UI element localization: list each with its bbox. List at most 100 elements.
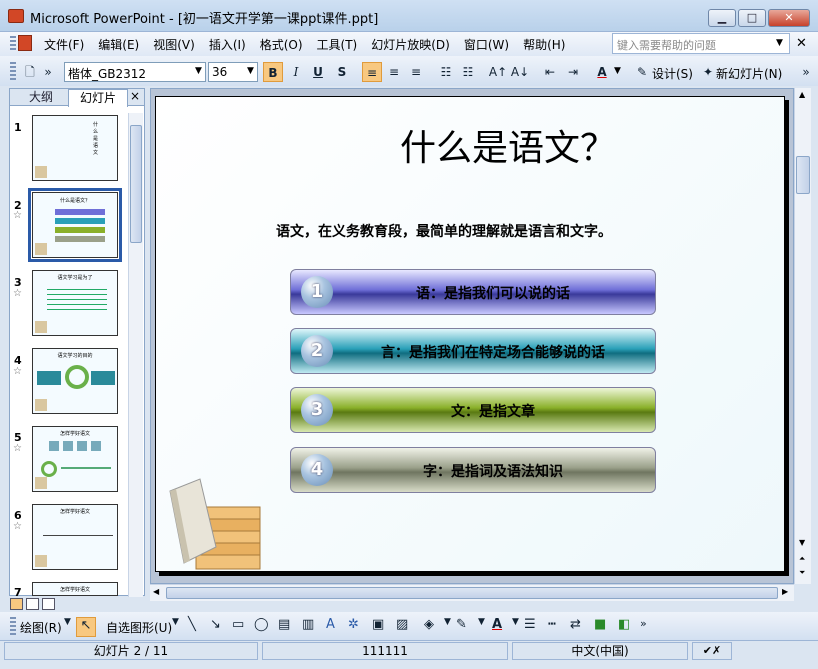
fill-dropdown-icon[interactable]: ▼ (444, 617, 451, 627)
align-left-icon[interactable]: ≡ (362, 62, 382, 82)
increase-indent-icon[interactable]: ⇥ (563, 62, 583, 82)
numbering-icon[interactable]: ☷ (436, 62, 456, 82)
design-button[interactable]: 设计(S) (652, 65, 693, 82)
wordart-icon[interactable]: A (326, 617, 335, 632)
slide-thumbnail-3[interactable]: 语文学习是为了 (32, 270, 118, 336)
slide-thumbnail-2[interactable]: 什么是语文？ (28, 188, 122, 262)
new-document-icon[interactable]: 🗋 (20, 62, 40, 82)
shadow-button[interactable]: S (332, 62, 352, 82)
menu-file[interactable]: 文件(F) (44, 36, 92, 53)
line-style-icon[interactable]: ☰ (524, 617, 536, 632)
close-button[interactable]: ✕ (768, 9, 810, 27)
document-icon[interactable] (18, 35, 32, 51)
content-bar-1[interactable]: 1 语：是指我们可以说的话 (290, 269, 656, 315)
design-icon[interactable]: ✎ (632, 62, 652, 82)
increase-font-icon[interactable]: A↑ (488, 62, 508, 82)
tab-outline[interactable]: 大纲 (16, 89, 66, 106)
menu-grip-handle[interactable] (10, 36, 16, 52)
draw-dropdown-icon[interactable]: ▼ (64, 617, 71, 627)
slide-sorter-icon[interactable] (26, 598, 39, 610)
document-close-icon[interactable]: ✕ (796, 36, 807, 51)
font-name-dropdown-icon[interactable]: ▼ (195, 66, 202, 76)
next-slide-icon[interactable]: ⏷ (799, 568, 805, 578)
previous-slide-icon[interactable]: ⏶ (799, 554, 805, 564)
slide-thumbnail-1[interactable]: 什么是语文 (32, 115, 118, 181)
help-search-input[interactable]: 键入需要帮助的问题 (612, 33, 790, 54)
content-bar-3[interactable]: 3 文：是指文章 (290, 387, 656, 433)
minimize-button[interactable]: ▁ (708, 9, 736, 27)
slide-subtitle[interactable]: 语文，在义务教育段，最简单的理解就是语言和文字。 (276, 221, 612, 241)
scroll-up-icon[interactable]: ▲ (799, 90, 805, 99)
normal-view-icon[interactable] (10, 598, 23, 610)
bullets-icon[interactable]: ☷ (458, 62, 478, 82)
slide-thumbnail-6[interactable]: 怎样学好语文 (32, 504, 118, 570)
slide-title[interactable]: 什么是语文？ (400, 119, 616, 171)
line-color-dropdown-icon[interactable]: ▼ (478, 617, 485, 627)
drawing-font-color-icon[interactable]: A (492, 617, 502, 632)
oval-icon[interactable]: ◯ (254, 617, 269, 632)
menu-edit[interactable]: 编辑(E) (98, 36, 147, 53)
slide-thumbnail-4[interactable]: 语文学习的目的 (32, 348, 118, 414)
arrow-style-icon[interactable]: ⇄ (570, 617, 581, 632)
menu-tools[interactable]: 工具(T) (317, 36, 366, 53)
rectangle-icon[interactable]: ▭ (232, 617, 244, 632)
scrollbar-thumb[interactable] (166, 587, 778, 599)
align-center-icon[interactable]: ≡ (384, 62, 404, 82)
toolbar-grip-handle[interactable] (10, 62, 16, 80)
draw-menu-button[interactable]: 绘图(R) (20, 619, 62, 636)
menu-view[interactable]: 视图(V) (153, 36, 203, 53)
slide-thumbnail-5[interactable]: 怎样学好语文 (32, 426, 118, 492)
scroll-right-icon[interactable]: ▶ (782, 587, 788, 596)
clipart-icon[interactable]: ▣ (372, 617, 384, 632)
align-right-icon[interactable]: ≡ (406, 62, 426, 82)
3d-style-icon[interactable]: ◧ (618, 617, 630, 632)
autoshapes-dropdown-icon[interactable]: ▼ (172, 617, 179, 627)
decrease-font-icon[interactable]: A↓ (510, 62, 530, 82)
menu-help[interactable]: 帮助(H) (523, 36, 573, 53)
scrollbar-thumb[interactable] (796, 156, 810, 194)
italic-button[interactable]: I (286, 62, 306, 82)
menu-slideshow[interactable]: 幻灯片放映(D) (371, 36, 458, 53)
font-color-icon[interactable]: A (592, 62, 612, 82)
menu-format[interactable]: 格式(O) (260, 36, 311, 53)
slideshow-icon[interactable] (42, 598, 55, 610)
decrease-indent-icon[interactable]: ⇤ (540, 62, 560, 82)
underline-button[interactable]: U (308, 62, 328, 82)
toolbar-options-icon[interactable]: » (42, 62, 54, 82)
menu-window[interactable]: 窗口(W) (464, 36, 517, 53)
font-color-dropdown-icon[interactable]: ▼ (614, 66, 621, 76)
slide-horizontal-scrollbar[interactable]: ◀ ▶ (150, 584, 794, 601)
tab-slides[interactable]: 幻灯片 (68, 89, 128, 107)
spellcheck-icon[interactable]: ✔✗ (692, 642, 732, 660)
maximize-button[interactable]: □ (738, 9, 766, 27)
arrow-icon[interactable]: ↘ (210, 617, 221, 632)
bold-button[interactable]: B (263, 62, 283, 82)
autoshapes-button[interactable]: 自选图形(U) (106, 619, 172, 636)
font-size-dropdown-icon[interactable]: ▼ (247, 66, 254, 76)
line-color-icon[interactable]: ✎ (456, 617, 467, 632)
slide-vertical-scrollbar[interactable]: ▲ ▼ ⏶ ⏷ (794, 88, 811, 584)
font-name-select[interactable]: 楷体_GB2312 (64, 62, 206, 82)
select-pointer-icon[interactable]: ↖ (76, 617, 96, 637)
shadow-style-icon[interactable]: ■ (594, 617, 606, 632)
help-dropdown-icon[interactable]: ▼ (776, 38, 783, 48)
scroll-left-icon[interactable]: ◀ (153, 587, 159, 596)
current-slide[interactable]: 什么是语文？ 语文，在义务教育段，最简单的理解就是语言和文字。 1 语：是指我们… (155, 96, 785, 572)
slide-thumbnail-7[interactable]: 怎样学好语文 (32, 582, 118, 596)
picture-icon[interactable]: ▨ (396, 617, 408, 632)
content-bar-4[interactable]: 4 字：是指词及语法知识 (290, 447, 656, 493)
menu-insert[interactable]: 插入(I) (209, 36, 254, 53)
vertical-textbox-icon[interactable]: ▥ (302, 617, 314, 632)
new-slide-button[interactable]: 新幻灯片(N) (716, 65, 782, 82)
drawing-grip-handle[interactable] (10, 617, 16, 635)
fill-color-icon[interactable]: ◈ (424, 617, 434, 632)
new-slide-icon[interactable]: ✦ (698, 62, 718, 82)
toolbar-overflow-icon[interactable]: » (800, 62, 812, 82)
pane-close-icon[interactable]: × (130, 89, 140, 103)
drawing-font-dropdown-icon[interactable]: ▼ (512, 617, 519, 627)
line-icon[interactable]: ╲ (188, 617, 196, 632)
dash-style-icon[interactable]: ┅ (548, 617, 556, 632)
content-bar-2[interactable]: 2 言：是指我们在特定场合能够说的话 (290, 328, 656, 374)
scroll-down-icon[interactable]: ▼ (799, 538, 805, 547)
slides-pane-scrollbar[interactable] (128, 113, 143, 597)
